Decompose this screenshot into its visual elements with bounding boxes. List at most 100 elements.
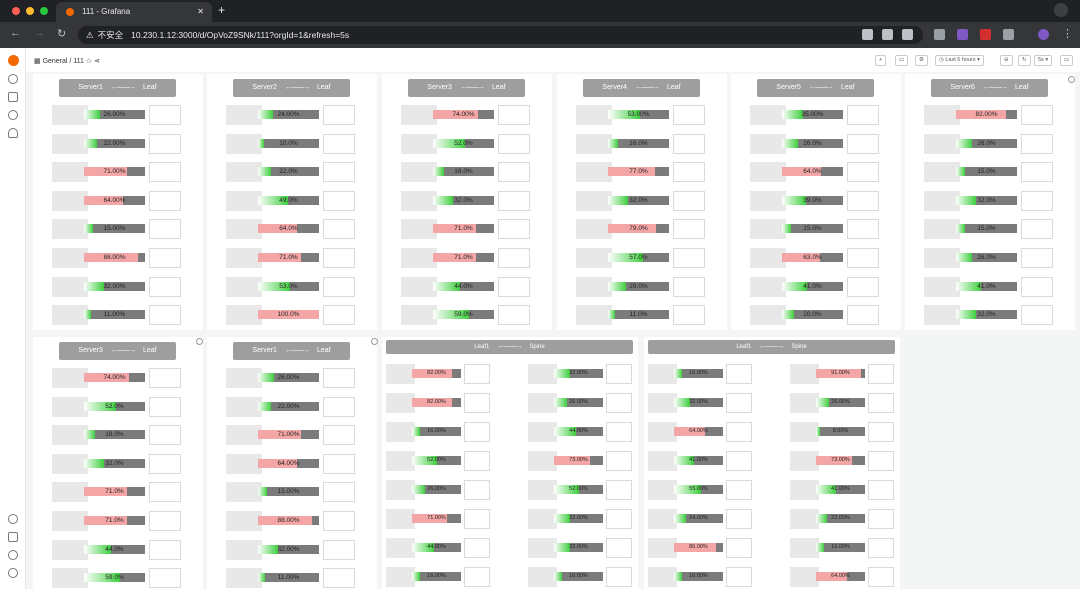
panel-refresh-icon[interactable]	[371, 338, 378, 345]
switch-image	[1021, 133, 1053, 154]
usage-value: 73.00%	[831, 457, 850, 463]
switch-image	[149, 190, 181, 211]
zoom-icon[interactable]	[882, 29, 893, 40]
usage-value: 88.00%	[277, 517, 300, 524]
topology-panel: Server3 ←——→ Leaf 74.00% 52.0% 18.0% 32.0% 71.0…	[33, 337, 203, 589]
server-image	[386, 567, 415, 587]
add-panel-icon[interactable]: +	[875, 55, 887, 66]
translate-icon[interactable]	[862, 29, 873, 40]
header-source: Server1	[78, 84, 103, 91]
panel-refresh-icon[interactable]	[1068, 76, 1075, 83]
usage-bar: 59.0%	[84, 573, 145, 583]
refresh-interval-picker[interactable]: 5s ▾	[1034, 55, 1053, 66]
usage-value: 22.0%	[279, 168, 298, 176]
search-icon[interactable]	[8, 74, 18, 84]
user-avatar-icon[interactable]	[8, 550, 18, 560]
usage-bar: 53.0%	[258, 281, 319, 291]
tv-mode-icon[interactable]: ▭	[1060, 55, 1074, 66]
usage-value: 20.0%	[803, 311, 822, 319]
panel-header[interactable]: Leaf1 ←——→ Spine	[648, 340, 895, 354]
usage-bar: 44.00%	[554, 427, 603, 436]
address-bar[interactable]: ⚠ 不安全 10.230.1.12:3000/d/OpVoZ9SNk/111?org…	[78, 26, 923, 44]
usage-bar: 57.0%	[608, 253, 669, 262]
time-range-picker[interactable]: ◷ Last 6 hours ▾	[935, 55, 984, 66]
save-icon[interactable]: ▭	[895, 55, 909, 66]
usage-value: 26.00%	[277, 374, 300, 381]
usage-bar: 10.0%	[258, 138, 319, 148]
usage-value: 41.0%	[803, 282, 822, 290]
panel-header[interactable]: Server2 ←——→ Leaf	[233, 79, 350, 97]
help-icon[interactable]	[8, 568, 18, 578]
server-image	[226, 539, 262, 560]
usage-bar: 26.00%	[84, 110, 145, 119]
switch-image	[464, 567, 490, 587]
extensions-puzzle-icon[interactable]	[1003, 29, 1014, 40]
close-window-icon[interactable]	[12, 7, 20, 15]
switch-image	[847, 219, 879, 240]
server-image	[576, 276, 612, 297]
new-tab-icon[interactable]: +	[218, 3, 225, 17]
shield-icon[interactable]	[8, 532, 18, 542]
profile-avatar-icon[interactable]	[1038, 29, 1049, 40]
panel-refresh-icon[interactable]	[196, 338, 203, 345]
minimize-window-icon[interactable]	[26, 7, 34, 15]
settings-gear-icon[interactable]	[8, 514, 18, 524]
server-image	[750, 133, 786, 154]
zoom-out-icon[interactable]: ⊖	[1000, 55, 1013, 66]
panel-header[interactable]: Server3 ←——→ Leaf	[408, 79, 525, 97]
server-image	[52, 276, 88, 297]
panel-header[interactable]: Leaf1 ←——→ Spine	[386, 340, 633, 354]
explore-icon[interactable]	[8, 110, 18, 120]
usage-bar: 64.00%	[674, 427, 723, 436]
server-image	[52, 105, 88, 125]
extension-icon[interactable]	[957, 29, 968, 40]
reload-icon[interactable]: ↻	[57, 27, 66, 40]
alerting-bell-icon[interactable]	[8, 128, 18, 138]
panel-header[interactable]: Server3 ←——→ Leaf	[59, 342, 176, 360]
panel-header[interactable]: Server6 ←——→ Leaf	[931, 79, 1048, 97]
usage-bar: 15.00%	[84, 224, 145, 234]
switch-image	[149, 248, 181, 268]
back-icon[interactable]: ←	[10, 27, 21, 39]
bookmark-star-icon[interactable]	[902, 29, 913, 40]
breadcrumb[interactable]: ▦ General / 111 ☆ ⋖	[34, 57, 100, 65]
usage-bar: 64.0%	[782, 167, 843, 177]
dashboards-icon[interactable]	[8, 92, 18, 102]
switch-image	[606, 480, 632, 500]
forward-icon[interactable]: →	[34, 27, 45, 39]
arrow-icon: ←——→	[110, 347, 136, 354]
browser-tab[interactable]: 111 - Grafana ✕	[56, 2, 212, 22]
usage-value: 52.0%	[454, 139, 473, 147]
usage-bar: 79.0%	[608, 224, 669, 234]
switch-image	[726, 364, 752, 384]
close-tab-icon[interactable]: ✕	[197, 2, 204, 22]
header-target: Leaf	[840, 84, 855, 91]
usage-bar: 44.00%	[412, 543, 461, 552]
tab-search-icon[interactable]	[1054, 3, 1068, 17]
usage-bar: 16.00%	[412, 427, 461, 436]
switch-image	[673, 248, 705, 268]
usage-value: 64.0%	[279, 225, 298, 233]
panel-header[interactable]: Server1 ←——→ Leaf	[233, 342, 350, 360]
topology-panel: Server6 ←——→ Leaf 82.00% 26.0% 15.0% 32.0% 15.0…	[905, 74, 1075, 330]
server-image	[401, 133, 437, 154]
topology-panel: Server1 ←——→ Leaf 26.00% 22.00% 71.00% 64.00% 1…	[33, 74, 203, 330]
settings-icon[interactable]: ⚙	[915, 55, 928, 66]
usage-bar: 32.00%	[84, 281, 145, 291]
panel-header[interactable]: Server4 ←——→ Leaf	[583, 79, 700, 97]
maximize-window-icon[interactable]	[40, 7, 48, 15]
pdf-extension-icon[interactable]	[980, 29, 991, 40]
header-source: Leaf1	[474, 344, 490, 350]
header-source: Server3	[78, 347, 103, 354]
usage-value: 71.0%	[105, 488, 124, 496]
usage-bar: 16.00%	[674, 369, 723, 378]
browser-menu-icon[interactable]: ⋮	[1062, 27, 1073, 40]
usage-value: 52.0%	[105, 402, 124, 410]
extension-icon[interactable]	[934, 29, 945, 40]
grafana-logo-icon[interactable]	[8, 55, 19, 66]
usage-value: 32.0%	[454, 196, 473, 204]
panel-header[interactable]: Server5 ←——→ Leaf	[757, 79, 874, 97]
refresh-icon[interactable]: ↻	[1018, 55, 1031, 66]
switch-image	[726, 451, 752, 471]
panel-header[interactable]: Server1 ←——→ Leaf	[59, 79, 176, 97]
